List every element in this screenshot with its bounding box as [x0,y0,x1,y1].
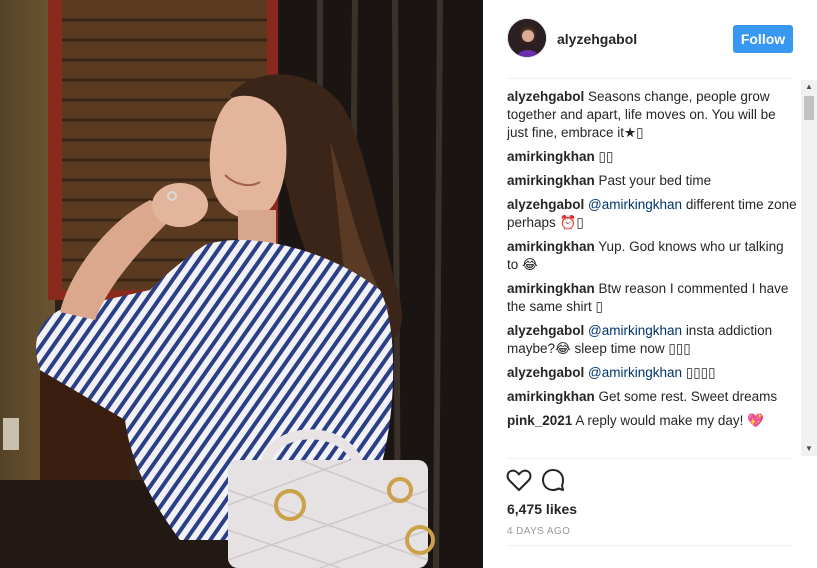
heart-icon[interactable] [505,466,533,494]
comment-author[interactable]: alyzehgabol [507,89,584,104]
follow-button[interactable]: Follow [733,25,793,53]
comment-list[interactable]: alyzehgabol Seasons change, people grow … [507,88,797,456]
comment-author[interactable]: pink_2021 [507,413,572,428]
like-count[interactable]: 6,475 likes [507,501,577,517]
comment-text: A reply would make my day! 💖 [575,413,764,428]
arrow-up-icon[interactable]: ▲ [801,80,817,94]
comment-mention[interactable]: @amirkingkhan [588,197,682,212]
post-timestamp[interactable]: 4 DAYS AGO [507,526,570,537]
comment-author[interactable]: amirkingkhan [507,173,595,188]
post-photo[interactable] [0,0,483,568]
comment-item: alyzehgabol @amirkingkhan insta addictio… [507,322,797,358]
post-author-username[interactable]: alyzehgabol [557,31,637,47]
comment-item: pink_2021 A reply would make my day! 💖 [507,412,797,430]
comment-item: amirkingkhan Btw reason I commented I ha… [507,280,797,316]
post-header: alyzehgabol Follow [483,0,817,78]
comment-scrollbar[interactable]: ▲ ▼ [801,80,817,456]
comment-item: alyzehgabol Seasons change, people grow … [507,88,797,142]
comment-mention[interactable]: @amirkingkhan [588,365,682,380]
comment-item: alyzehgabol @amirkingkhan different time… [507,196,797,232]
comment-author[interactable]: alyzehgabol [507,323,584,338]
scrollbar-thumb[interactable] [804,96,814,120]
header-divider [507,78,793,79]
comment-item: alyzehgabol @amirkingkhan ▯▯▯▯ [507,364,797,382]
comment-text: Get some rest. Sweet dreams [598,389,778,404]
comment-item: amirkingkhan ▯▯ [507,148,797,166]
arrow-down-icon[interactable]: ▼ [801,442,817,456]
comment-mention[interactable]: @amirkingkhan [588,323,682,338]
comment-text: ▯▯▯▯ [685,365,716,380]
comment-author[interactable]: alyzehgabol [507,197,584,212]
comment-author[interactable]: amirkingkhan [507,149,595,164]
comment-author[interactable]: amirkingkhan [507,239,595,254]
comment-author[interactable]: amirkingkhan [507,389,595,404]
avatar[interactable] [507,18,547,58]
comment-item: amirkingkhan Past your bed time [507,172,797,190]
post-side-panel: alyzehgabol Follow alyzehgabol Seasons c… [483,0,817,568]
comment-text: Past your bed time [598,173,712,188]
actions-divider [507,458,793,459]
comment-item: amirkingkhan Get some rest. Sweet dreams [507,388,797,406]
comment-author[interactable]: alyzehgabol [507,365,584,380]
comment-author[interactable]: amirkingkhan [507,281,595,296]
speech-bubble-icon[interactable] [539,466,567,494]
comment-text: ▯▯ [598,149,614,164]
comment-item: amirkingkhan Yup. God knows who ur talki… [507,238,797,274]
footer-divider [507,545,793,546]
